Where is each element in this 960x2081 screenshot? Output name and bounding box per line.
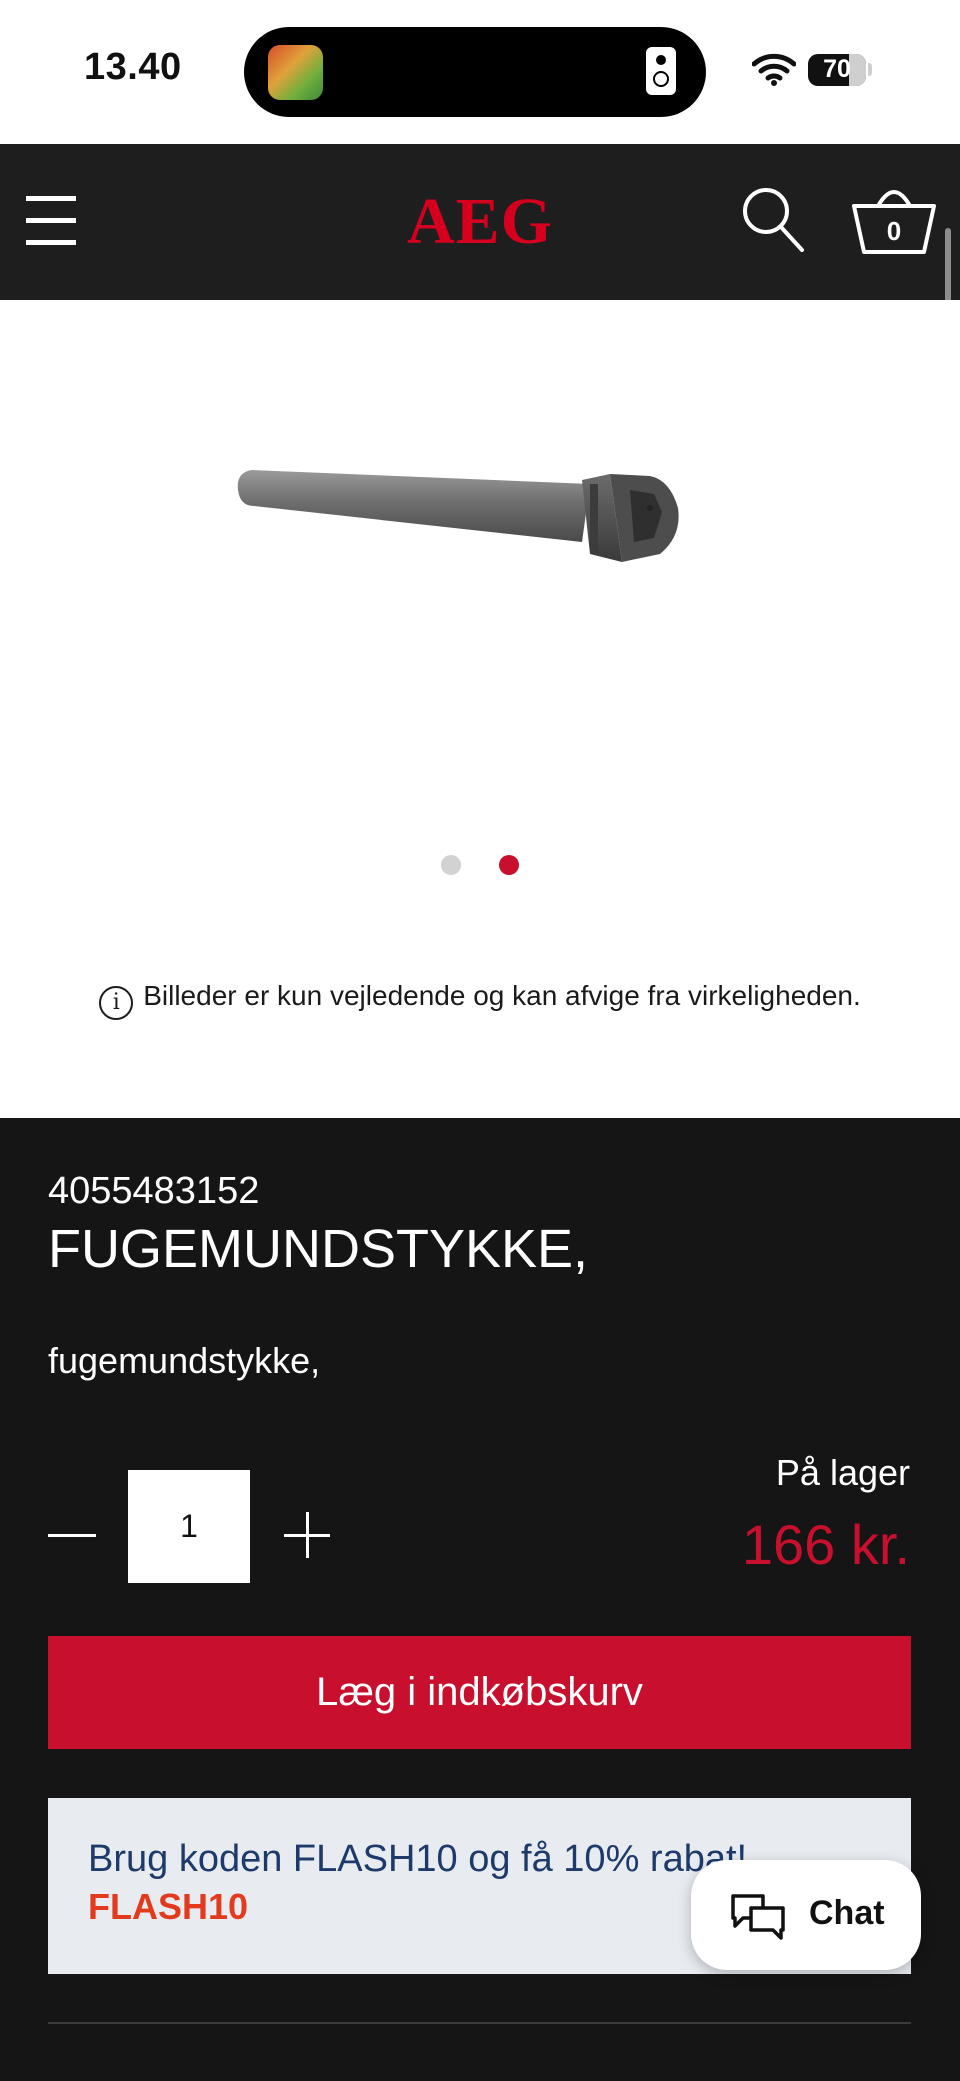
chat-icon (731, 1894, 785, 1940)
product-image (237, 470, 679, 562)
battery-cap (868, 63, 872, 76)
promo-text: Brug koden FLASH10 og få 10% rabat! (88, 1838, 748, 1880)
chat-button[interactable]: Chat (691, 1860, 921, 1970)
add-to-cart-button[interactable]: Læg i indkøbskurv (48, 1636, 911, 1749)
carousel-dot-2-active[interactable] (499, 855, 519, 875)
product-gallery[interactable]: i Billeder er kun vejledende og kan afvig… (0, 300, 960, 1118)
search-icon[interactable] (740, 184, 806, 254)
product-price: 166 kr. (741, 1513, 910, 1576)
stock-status: På lager (775, 1452, 910, 1493)
product-title: FUGEMUNDSTYKKE, (48, 1219, 589, 1279)
site-header: AEG 0 (0, 144, 960, 300)
info-icon: i (99, 986, 134, 1020)
cart-count: 0 (886, 216, 902, 246)
image-disclaimer: i Billeder er kun vejledende og kan afvig… (0, 980, 960, 1020)
carousel-dot-1[interactable] (441, 855, 461, 875)
app-thumbnail-icon (268, 45, 323, 100)
battery-level: 70 (823, 55, 851, 83)
cart-button[interactable]: 0 (850, 178, 938, 258)
quantity-increase-button[interactable] (284, 1512, 330, 1558)
quantity-input[interactable] (128, 1470, 250, 1583)
brand-logo[interactable]: AEG (0, 184, 960, 260)
quantity-decrease-button[interactable] (48, 1534, 96, 1537)
dynamic-island (244, 27, 706, 117)
product-description: fugemundstykke, (48, 1340, 321, 1381)
battery-icon: 70 (808, 54, 866, 86)
speaker-icon (646, 47, 676, 95)
disclaimer-text: Billeder er kun vejledende og kan afvige… (143, 980, 861, 1011)
status-bar: 13.40 70 (0, 0, 960, 144)
section-divider (48, 2022, 911, 2024)
status-time: 13.40 (84, 46, 182, 88)
chat-label: Chat (809, 1894, 885, 1932)
product-sku: 4055483152 (48, 1170, 260, 1212)
promo-code: FLASH10 (88, 1886, 249, 1927)
scrollbar[interactable] (945, 228, 951, 304)
wifi-icon (752, 53, 796, 86)
